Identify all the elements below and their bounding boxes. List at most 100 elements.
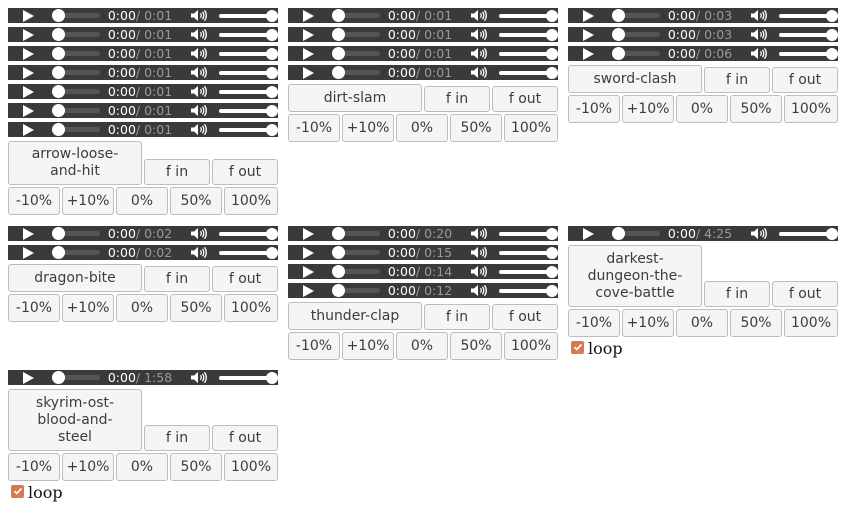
- play-icon[interactable]: [303, 285, 314, 297]
- volume-hundred-button[interactable]: 100%: [504, 332, 558, 360]
- volume-zero-button[interactable]: 0%: [116, 187, 168, 215]
- volume-plus-10-button[interactable]: +10%: [342, 332, 394, 360]
- play-icon[interactable]: [23, 228, 34, 240]
- volume-hundred-button[interactable]: 100%: [784, 309, 838, 337]
- volume-knob[interactable]: [826, 48, 838, 60]
- seek-knob[interactable]: [52, 9, 65, 22]
- fade-out-button[interactable]: f out: [492, 304, 558, 330]
- seek-slider[interactable]: [52, 85, 100, 98]
- seek-slider[interactable]: [332, 284, 380, 297]
- seek-slider[interactable]: [332, 246, 380, 259]
- volume-icon[interactable]: [190, 104, 208, 120]
- volume-icon[interactable]: [750, 28, 768, 44]
- sound-name-button[interactable]: dirt-slam: [288, 84, 422, 112]
- volume-knob[interactable]: [546, 266, 558, 278]
- volume-knob[interactable]: [546, 67, 558, 79]
- volume-knob[interactable]: [546, 48, 558, 60]
- volume-slider[interactable]: [219, 86, 278, 98]
- seek-knob[interactable]: [52, 47, 65, 60]
- volume-icon[interactable]: [750, 9, 768, 25]
- volume-slider[interactable]: [499, 48, 558, 60]
- volume-icon[interactable]: [470, 246, 488, 262]
- seek-slider[interactable]: [332, 47, 380, 60]
- loop-checkbox[interactable]: [11, 484, 24, 498]
- volume-hundred-button[interactable]: 100%: [224, 187, 278, 215]
- volume-plus-10-button[interactable]: +10%: [62, 294, 114, 322]
- volume-slider[interactable]: [219, 247, 278, 259]
- volume-icon[interactable]: [470, 284, 488, 300]
- seek-slider[interactable]: [52, 104, 100, 117]
- volume-plus-10-button[interactable]: +10%: [62, 453, 114, 481]
- volume-knob[interactable]: [266, 124, 278, 136]
- volume-minus-10-button[interactable]: -10%: [288, 114, 340, 142]
- seek-slider[interactable]: [52, 28, 100, 41]
- fade-in-button[interactable]: f in: [704, 67, 770, 93]
- volume-knob[interactable]: [266, 105, 278, 117]
- volume-icon[interactable]: [470, 265, 488, 281]
- play-icon[interactable]: [583, 228, 594, 240]
- volume-slider[interactable]: [779, 10, 838, 22]
- fade-in-button[interactable]: f in: [144, 425, 210, 451]
- volume-slider[interactable]: [219, 105, 278, 117]
- seek-slider[interactable]: [332, 9, 380, 22]
- volume-slider[interactable]: [499, 247, 558, 259]
- volume-icon[interactable]: [190, 85, 208, 101]
- play-icon[interactable]: [303, 48, 314, 60]
- seek-knob[interactable]: [332, 227, 345, 240]
- play-icon[interactable]: [23, 105, 34, 117]
- volume-hundred-button[interactable]: 100%: [504, 114, 558, 142]
- volume-zero-button[interactable]: 0%: [676, 95, 728, 123]
- volume-knob[interactable]: [546, 228, 558, 240]
- fade-in-button[interactable]: f in: [704, 281, 770, 307]
- seek-knob[interactable]: [52, 66, 65, 79]
- volume-knob[interactable]: [266, 10, 278, 22]
- volume-knob[interactable]: [266, 29, 278, 41]
- fade-out-button[interactable]: f out: [772, 281, 838, 307]
- volume-icon[interactable]: [470, 28, 488, 44]
- fade-in-button[interactable]: f in: [424, 304, 490, 330]
- seek-knob[interactable]: [612, 227, 625, 240]
- play-icon[interactable]: [303, 67, 314, 79]
- play-icon[interactable]: [23, 48, 34, 60]
- seek-slider[interactable]: [332, 66, 380, 79]
- volume-fifty-button[interactable]: 50%: [450, 332, 502, 360]
- seek-knob[interactable]: [332, 47, 345, 60]
- volume-zero-button[interactable]: 0%: [116, 453, 168, 481]
- volume-slider[interactable]: [219, 124, 278, 136]
- volume-icon[interactable]: [190, 66, 208, 82]
- loop-toggle[interactable]: loop: [11, 482, 278, 502]
- volume-slider[interactable]: [219, 67, 278, 79]
- sound-name-button[interactable]: skyrim-ost- blood-and- steel: [8, 389, 142, 451]
- volume-knob[interactable]: [266, 67, 278, 79]
- volume-hundred-button[interactable]: 100%: [784, 95, 838, 123]
- fade-out-button[interactable]: f out: [492, 86, 558, 112]
- volume-plus-10-button[interactable]: +10%: [622, 95, 674, 123]
- seek-knob[interactable]: [52, 104, 65, 117]
- play-icon[interactable]: [23, 67, 34, 79]
- seek-knob[interactable]: [332, 265, 345, 278]
- volume-icon[interactable]: [190, 9, 208, 25]
- play-icon[interactable]: [23, 372, 34, 384]
- seek-slider[interactable]: [52, 246, 100, 259]
- play-icon[interactable]: [23, 124, 34, 136]
- volume-knob[interactable]: [266, 48, 278, 60]
- volume-minus-10-button[interactable]: -10%: [8, 294, 60, 322]
- seek-knob[interactable]: [332, 66, 345, 79]
- seek-slider[interactable]: [332, 227, 380, 240]
- volume-minus-10-button[interactable]: -10%: [568, 309, 620, 337]
- play-icon[interactable]: [23, 29, 34, 41]
- seek-knob[interactable]: [612, 9, 625, 22]
- seek-knob[interactable]: [52, 123, 65, 136]
- volume-slider[interactable]: [779, 228, 838, 240]
- volume-icon[interactable]: [470, 227, 488, 243]
- volume-slider[interactable]: [499, 29, 558, 41]
- volume-slider[interactable]: [779, 48, 838, 60]
- volume-icon[interactable]: [190, 123, 208, 139]
- fade-in-button[interactable]: f in: [144, 159, 210, 185]
- volume-hundred-button[interactable]: 100%: [224, 294, 278, 322]
- volume-slider[interactable]: [219, 228, 278, 240]
- volume-slider[interactable]: [219, 29, 278, 41]
- volume-slider[interactable]: [499, 67, 558, 79]
- volume-icon[interactable]: [190, 47, 208, 63]
- fade-out-button[interactable]: f out: [772, 67, 838, 93]
